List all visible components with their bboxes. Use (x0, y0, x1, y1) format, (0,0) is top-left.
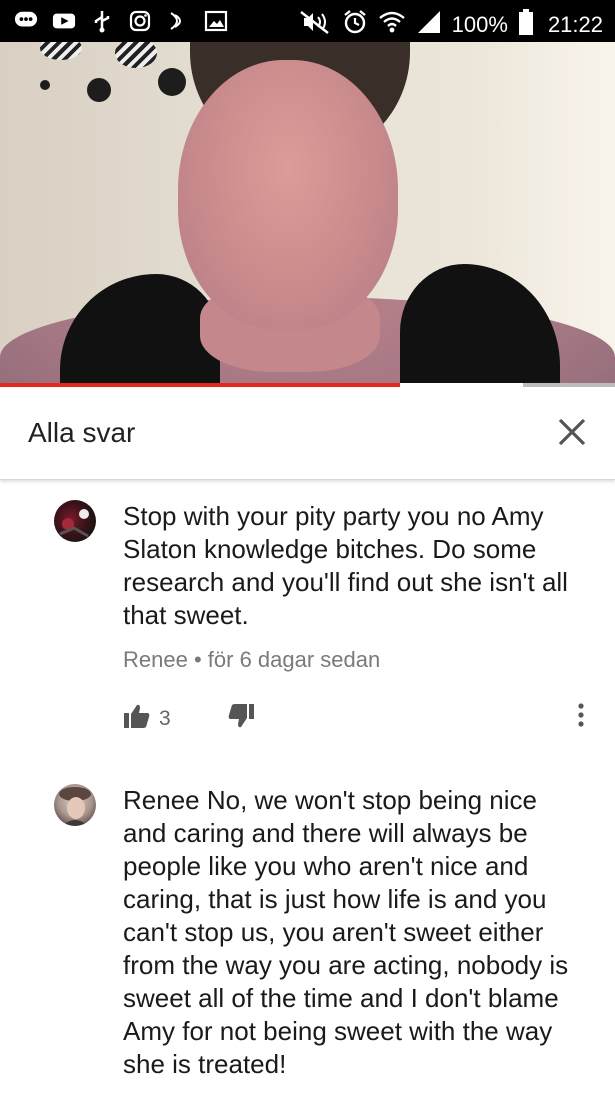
comment-item: Stop with your pity party you no Amy Sla… (0, 498, 615, 748)
clock: 21:22 (547, 12, 603, 37)
dislike-button[interactable] (227, 703, 255, 734)
chat-icon (14, 9, 38, 33)
comment-text: Stop with your pity party you no Amy Sla… (123, 501, 568, 630)
youtube-icon (52, 9, 76, 33)
panel-title: Alla svar (28, 417, 136, 448)
like-count: 3 (159, 706, 171, 730)
wall-decoration (40, 80, 50, 90)
video-player[interactable] (0, 42, 615, 386)
replies-panel-header: Alla svar (0, 387, 615, 480)
comment-meta: Renee • för 6 dagar sedan (123, 647, 380, 673)
more-options-button[interactable] (571, 700, 591, 730)
close-button[interactable] (555, 415, 589, 449)
wifi-icon (378, 9, 406, 41)
wall-decoration (115, 42, 157, 68)
battery-label: 100% (451, 12, 508, 37)
nfc-icon (166, 9, 190, 33)
thumbs-up-icon (124, 704, 150, 728)
thumbs-down-icon (228, 704, 254, 728)
status-icons-right: 100% 21:22 (298, 8, 603, 42)
alarm-icon (342, 9, 368, 41)
wall-decoration (158, 68, 186, 96)
more-vert-icon (578, 703, 584, 727)
usb-icon (90, 9, 114, 33)
close-icon (558, 418, 586, 446)
wall-decoration (40, 42, 82, 60)
image-icon (204, 9, 228, 33)
avatar[interactable] (54, 500, 96, 542)
comment-author[interactable]: Renee (123, 647, 188, 672)
comment-text: Renee No, we won't stop being nice and c… (123, 785, 569, 1079)
instagram-icon (128, 9, 152, 33)
comment-time: för 6 dagar sedan (207, 647, 381, 672)
video-subject (178, 60, 398, 330)
status-bar: 100% 21:22 (0, 0, 615, 42)
comment-actions: 3 (123, 703, 255, 734)
avatar[interactable] (54, 784, 96, 826)
battery-icon (518, 8, 534, 42)
mute-icon (298, 9, 332, 41)
wall-decoration (87, 78, 111, 102)
like-button[interactable] (123, 703, 151, 734)
signal-icon (416, 9, 442, 41)
status-icons-left (14, 9, 228, 33)
video-subject (60, 274, 220, 386)
comment-item: Renee No, we won't stop being nice and c… (0, 784, 615, 1093)
meta-separator: • (193, 647, 202, 672)
